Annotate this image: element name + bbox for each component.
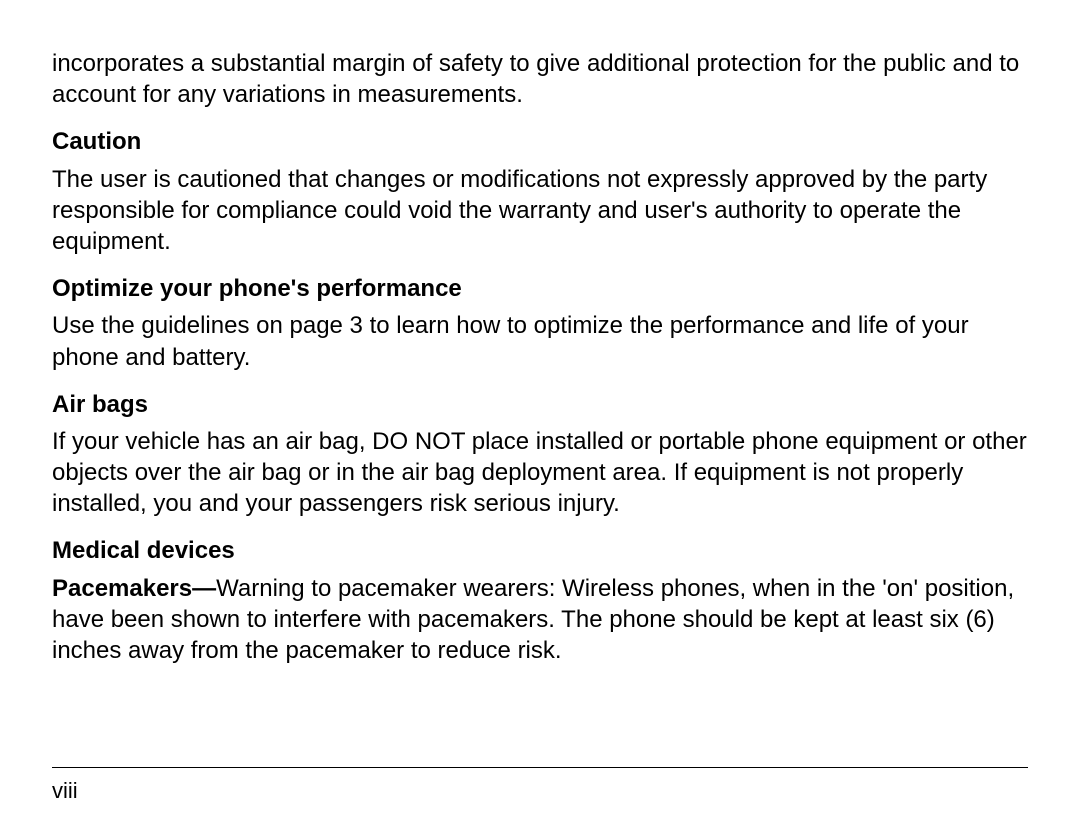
pacemakers-label: Pacemakers— <box>52 575 216 602</box>
document-body: incorporates a substantial margin of saf… <box>52 48 1028 666</box>
intro-paragraph: incorporates a substantial margin of saf… <box>52 48 1028 110</box>
optimize-heading: Optimize your phone's performance <box>52 273 1028 304</box>
footer-divider <box>52 767 1028 768</box>
pacemakers-paragraph: Pacemakers—Warning to pacemaker wearers:… <box>52 573 1028 667</box>
airbags-body: If your vehicle has an air bag, DO NOT p… <box>52 426 1028 520</box>
page-footer: viii <box>52 767 1028 804</box>
optimize-body: Use the guidelines on page 3 to learn ho… <box>52 310 1028 372</box>
page-number: viii <box>52 778 1028 804</box>
medical-heading: Medical devices <box>52 535 1028 566</box>
caution-body: The user is cautioned that changes or mo… <box>52 164 1028 258</box>
airbags-heading: Air bags <box>52 389 1028 420</box>
caution-heading: Caution <box>52 126 1028 157</box>
